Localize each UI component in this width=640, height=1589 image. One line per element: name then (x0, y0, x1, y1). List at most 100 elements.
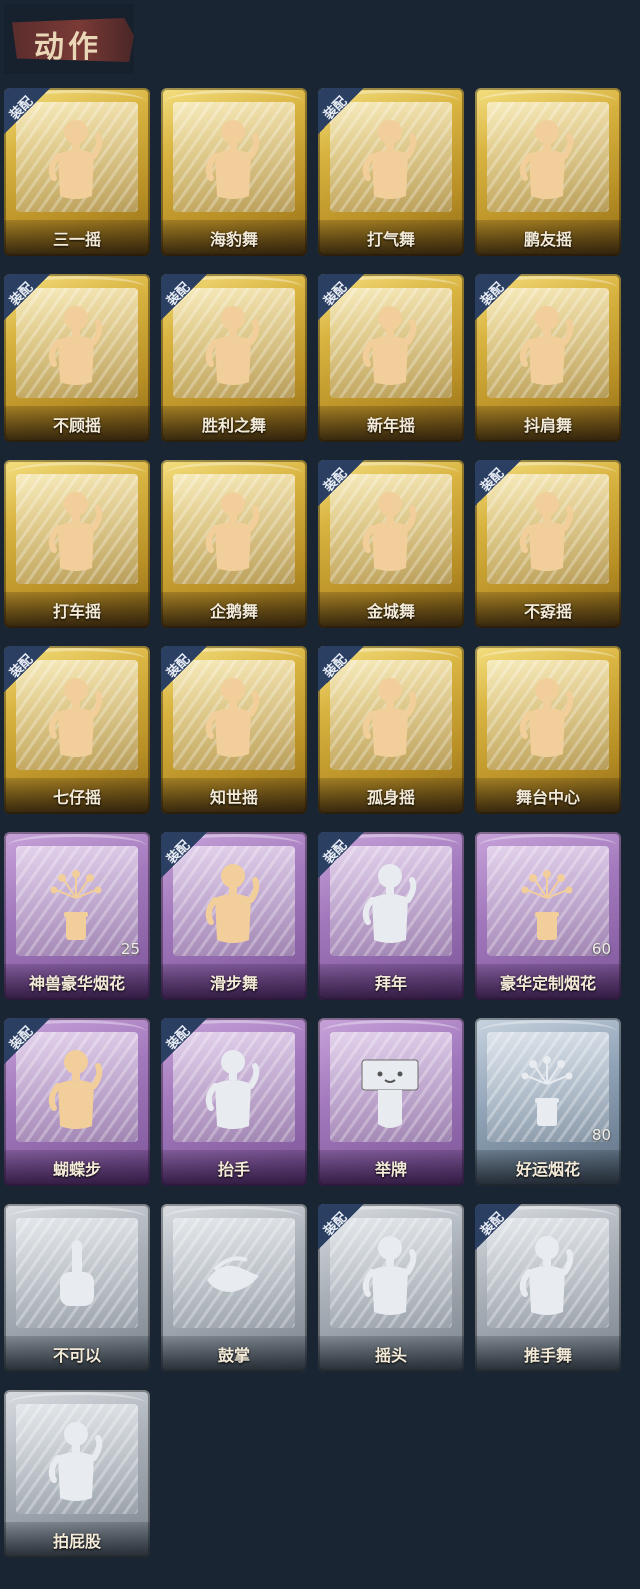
emote-card[interactable]: 海豹舞 (161, 88, 307, 256)
emote-name: 好运烟花 (515, 1160, 580, 1179)
emote-card[interactable]: 抖肩舞 装配 (475, 274, 621, 442)
emote-grid: 三一摇 装配 海豹舞 打气舞 装配 鹏友摇 不顾摇 装配 胜利之舞 装配 新年摇 装配 (4, 88, 621, 1558)
emote-name: 孤身摇 (366, 788, 415, 807)
dancer-figure-icon (201, 486, 265, 578)
equipped-badge: 装配 (4, 88, 50, 134)
emote-name: 举牌 (374, 1160, 407, 1179)
equipped-badge: 装配 (161, 832, 207, 878)
section-header: 动作 (4, 4, 134, 74)
dancer-figure-icon (201, 114, 265, 206)
emote-card[interactable]: 金城舞 装配 (318, 460, 464, 628)
emote-card[interactable]: 三一摇 装配 (4, 88, 150, 256)
pointing-hand-icon (44, 1230, 108, 1322)
equipped-badge-label: 装配 (164, 280, 194, 310)
emote-card[interactable]: 知世摇 装配 (161, 646, 307, 814)
firework-icon (515, 858, 579, 950)
emote-card[interactable]: 打气舞 装配 (318, 88, 464, 256)
dancer-figure-icon (515, 672, 579, 764)
emote-name: 舞台中心 (515, 788, 580, 807)
equipped-badge: 装配 (475, 460, 521, 506)
emote-card[interactable]: 蝴蝶步 装配 (4, 1018, 150, 1186)
emote-card[interactable]: 七仔摇 装配 (4, 646, 150, 814)
dancer-figure-icon (358, 672, 422, 764)
dancer-figure-icon (515, 1230, 579, 1322)
equipped-badge-label: 装配 (321, 652, 351, 682)
equipped-badge: 装配 (475, 1204, 521, 1250)
equipped-badge: 装配 (4, 1018, 50, 1064)
dancer-figure-icon (358, 300, 422, 392)
dancer-figure-icon (515, 486, 579, 578)
emote-card[interactable]: 胜利之舞 装配 (161, 274, 307, 442)
equipped-badge-label: 装配 (7, 652, 37, 682)
equipped-badge-label: 装配 (164, 838, 194, 868)
equipped-badge-label: 装配 (321, 94, 351, 124)
equipped-badge-label: 装配 (7, 1024, 37, 1054)
sign-holder-icon (358, 1044, 422, 1136)
dancer-figure-icon (44, 1416, 108, 1508)
emote-card[interactable]: 不孬摇 装配 (475, 460, 621, 628)
emote-card[interactable]: 拍屁股 (4, 1390, 150, 1558)
emote-card[interactable]: 打车摇 (4, 460, 150, 628)
firework-icon (44, 858, 108, 950)
emote-card[interactable]: 鹏友摇 (475, 88, 621, 256)
dancer-figure-icon (44, 300, 108, 392)
emote-card[interactable]: 推手舞 装配 (475, 1204, 621, 1372)
dancer-figure-icon (44, 114, 108, 206)
emote-card[interactable]: 25 神兽豪华烟花 (4, 832, 150, 1000)
emote-card[interactable]: 滑步舞 装配 (161, 832, 307, 1000)
equipped-badge: 装配 (318, 88, 364, 134)
emote-name: 鹏友摇 (523, 230, 572, 249)
page-title: 动作 (34, 30, 102, 65)
emote-name: 不顾摇 (52, 416, 101, 435)
equipped-badge-label: 装配 (7, 94, 37, 124)
dancer-figure-icon (358, 1230, 422, 1322)
equipped-badge: 装配 (161, 274, 207, 320)
equipped-badge-label: 装配 (7, 280, 37, 310)
item-count: 25 (120, 940, 140, 958)
emote-card[interactable]: 抬手 装配 (161, 1018, 307, 1186)
equipped-badge: 装配 (161, 1018, 207, 1064)
equipped-badge: 装配 (161, 646, 207, 692)
emote-name: 海豹舞 (209, 230, 258, 249)
emote-card[interactable]: 孤身摇 装配 (318, 646, 464, 814)
equipped-badge: 装配 (318, 1204, 364, 1250)
item-count: 80 (591, 1126, 611, 1144)
emote-name: 豪华定制烟花 (499, 974, 596, 993)
emote-name: 知世摇 (209, 788, 258, 807)
emote-name: 不孬摇 (523, 602, 572, 621)
emote-card[interactable]: 新年摇 装配 (318, 274, 464, 442)
emote-name: 新年摇 (366, 416, 415, 435)
emote-name: 七仔摇 (52, 788, 101, 807)
emote-name: 抖肩舞 (523, 416, 572, 435)
emote-name: 摇头 (374, 1346, 407, 1365)
emote-card[interactable]: 不可以 (4, 1204, 150, 1372)
emote-name: 拍屁股 (52, 1532, 101, 1551)
dancer-figure-icon (201, 672, 265, 764)
emote-name: 企鹅舞 (209, 602, 258, 621)
emote-name: 三一摇 (52, 230, 101, 249)
emote-name: 推手舞 (523, 1346, 572, 1365)
dancer-figure-icon (44, 486, 108, 578)
emote-name: 胜利之舞 (201, 416, 266, 435)
emote-card[interactable]: 企鹅舞 (161, 460, 307, 628)
equipped-badge: 装配 (318, 274, 364, 320)
emote-card[interactable]: 80 好运烟花 (475, 1018, 621, 1186)
equipped-badge-label: 装配 (478, 280, 508, 310)
emote-card[interactable]: 举牌 (318, 1018, 464, 1186)
emote-card[interactable]: 摇头 装配 (318, 1204, 464, 1372)
emote-card[interactable]: 60 豪华定制烟花 (475, 832, 621, 1000)
dancer-figure-icon (515, 114, 579, 206)
emote-name: 神兽豪华烟花 (28, 974, 125, 993)
dancer-figure-icon (358, 858, 422, 950)
emote-name: 金城舞 (366, 602, 415, 621)
equipped-badge-label: 装配 (321, 1210, 351, 1240)
equipped-badge: 装配 (318, 646, 364, 692)
emote-card[interactable]: 不顾摇 装配 (4, 274, 150, 442)
equipped-badge-label: 装配 (164, 1024, 194, 1054)
dancer-figure-icon (201, 858, 265, 950)
emote-card[interactable]: 舞台中心 (475, 646, 621, 814)
equipped-badge: 装配 (475, 274, 521, 320)
emote-name: 不可以 (52, 1346, 101, 1365)
emote-card[interactable]: 鼓掌 (161, 1204, 307, 1372)
emote-card[interactable]: 拜年 装配 (318, 832, 464, 1000)
